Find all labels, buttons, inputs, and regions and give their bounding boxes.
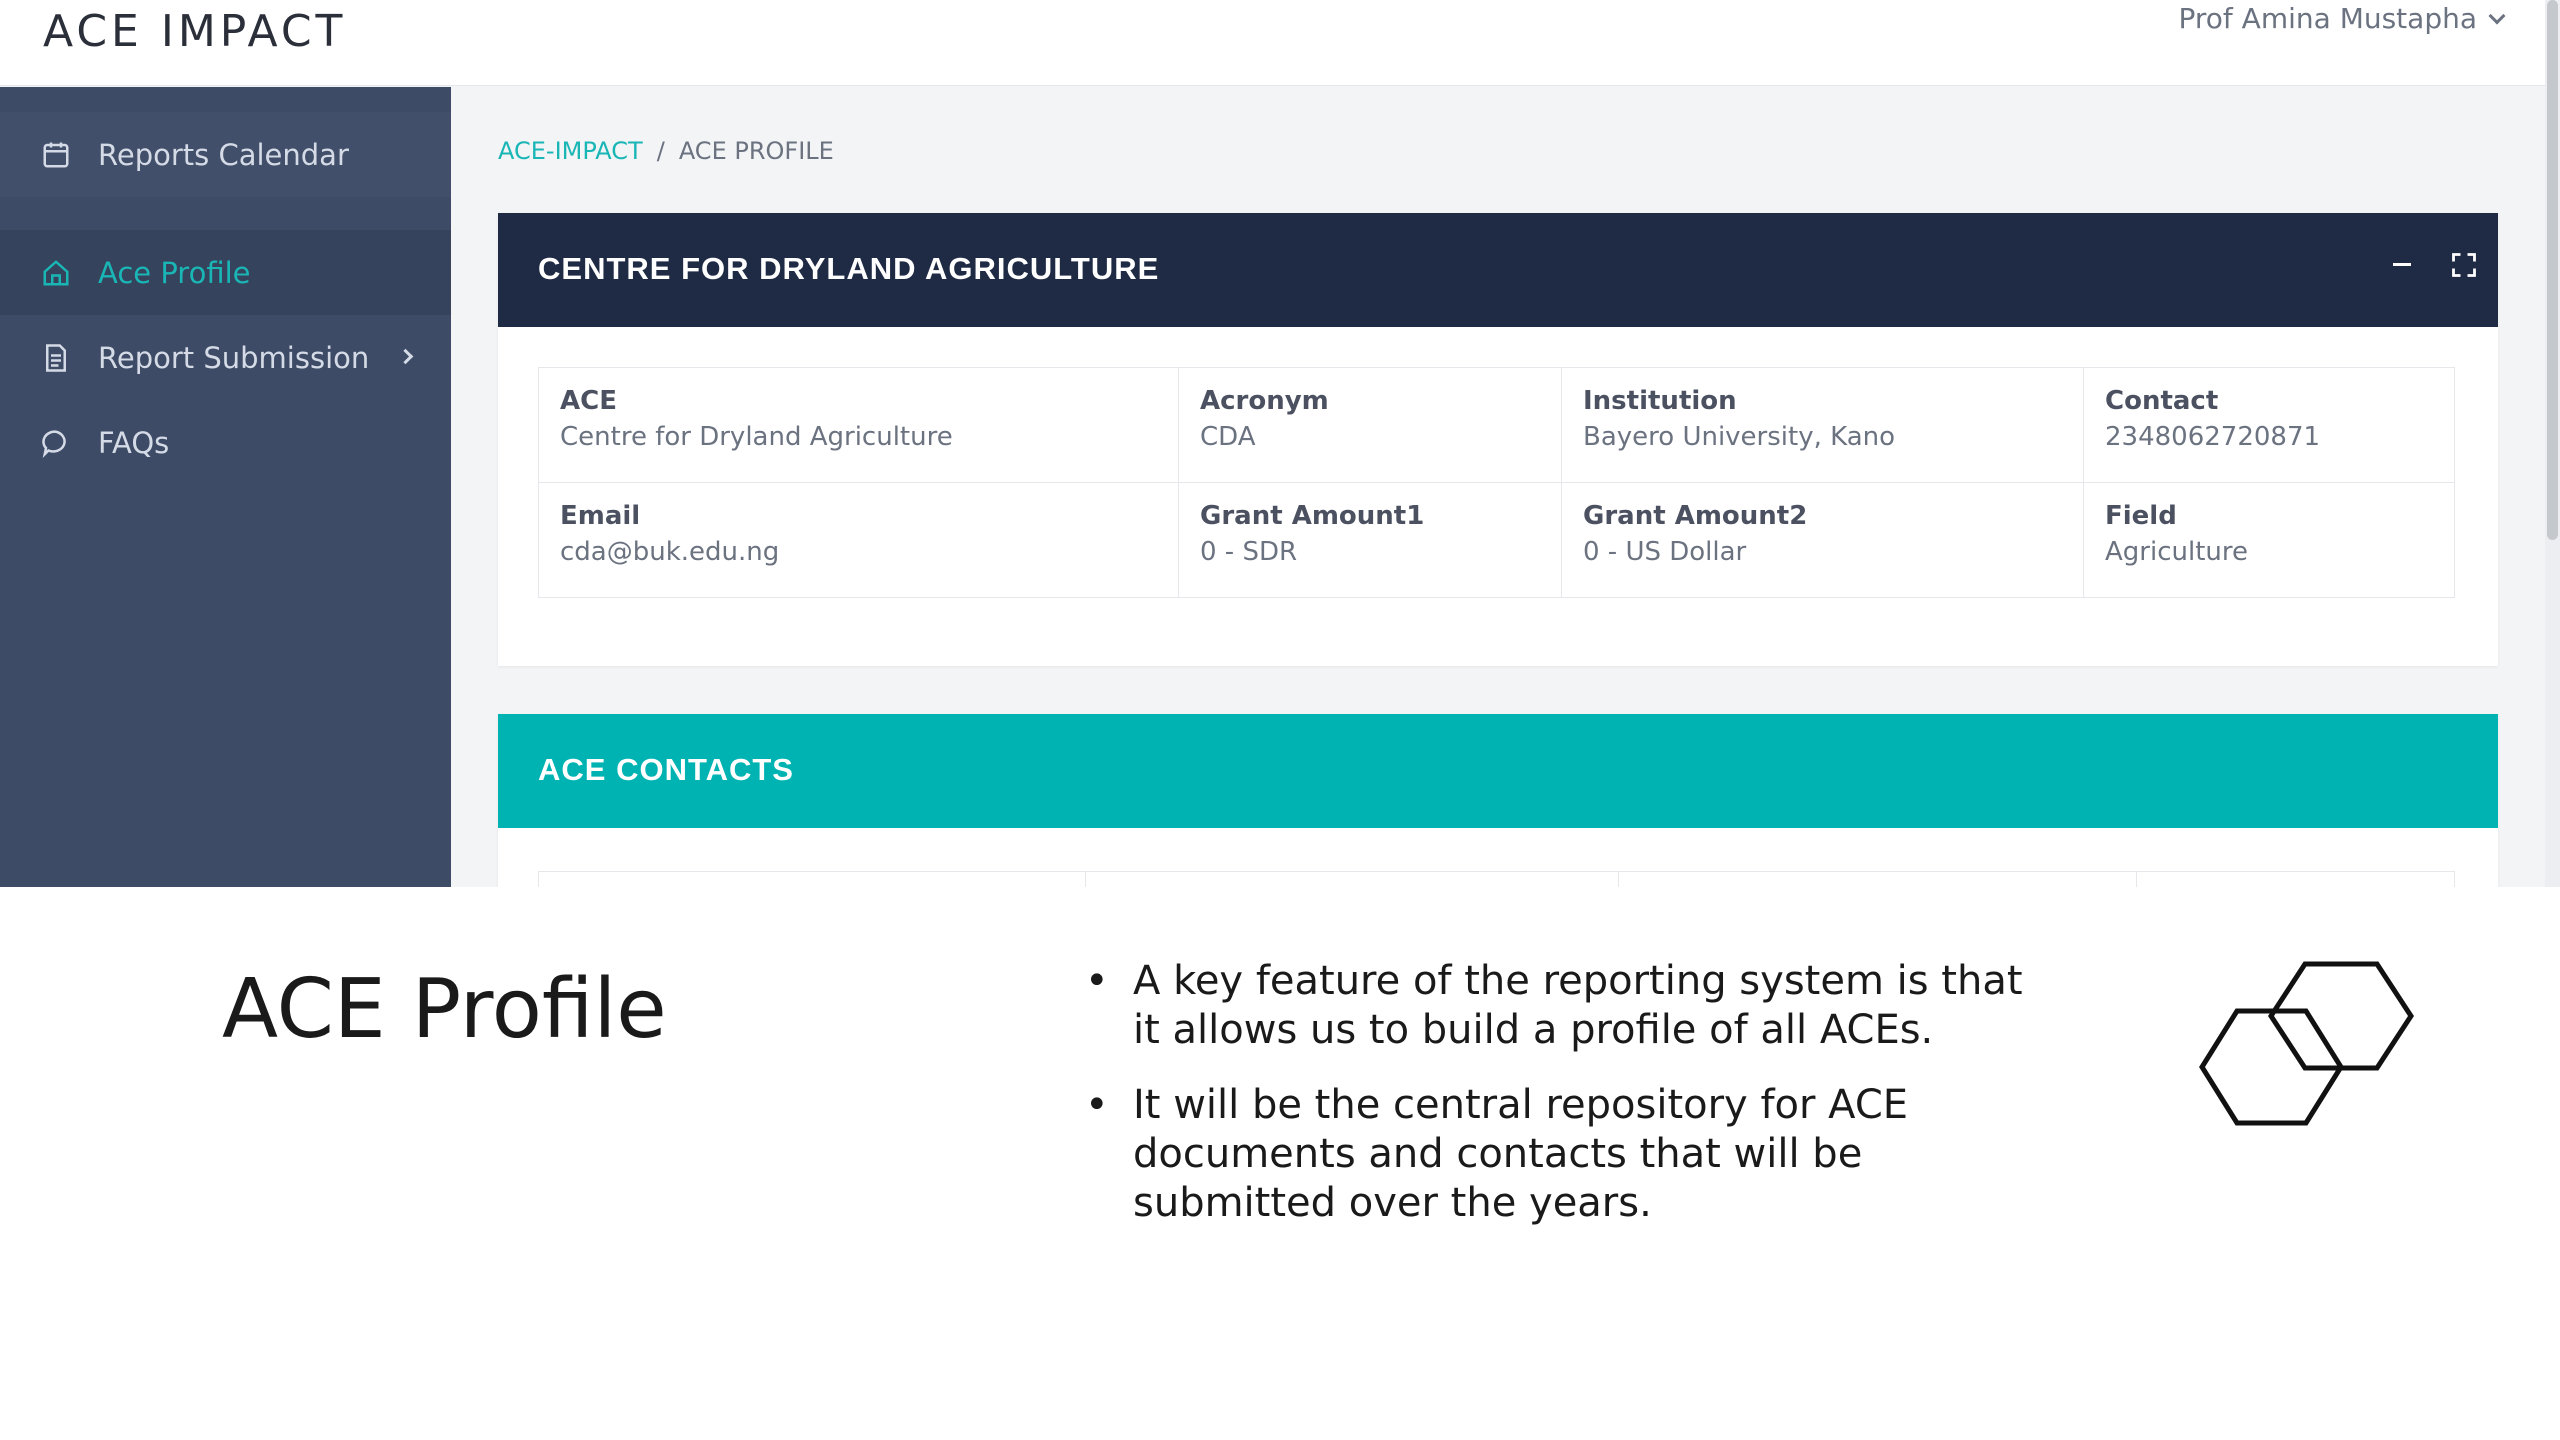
profile-info-table: ACE Centre for Dryland Agriculture Acron…	[538, 367, 2455, 598]
info-label: Email	[560, 501, 641, 531]
info-label: Field	[2105, 501, 2177, 531]
info-value: Bayero University, Kano	[1583, 422, 1896, 452]
fullscreen-icon[interactable]	[2450, 251, 2478, 279]
info-cell-field: Field Agriculture	[2083, 482, 2455, 598]
bullet-item: A key feature of the reporting system is…	[1085, 957, 2055, 1055]
main-content: ACE-IMPACT / ACE PROFILE CENTRE FOR DRYL…	[451, 87, 2545, 887]
table-divider	[1618, 872, 1619, 887]
breadcrumb-current: ACE PROFILE	[678, 137, 834, 165]
calendar-icon	[40, 139, 72, 171]
info-cell-grant-amount2: Grant Amount2 0 - US Dollar	[1561, 482, 2084, 598]
info-label: Grant Amount2	[1583, 501, 1808, 531]
sidebar-item-label: FAQs	[98, 425, 170, 460]
table-row: ACE Centre for Dryland Agriculture Acron…	[538, 367, 2455, 483]
breadcrumb-link-home[interactable]: ACE-IMPACT	[498, 137, 643, 165]
info-value: cda@buk.edu.ng	[560, 537, 780, 567]
chevron-right-icon	[397, 348, 414, 365]
scrollbar[interactable]	[2545, 0, 2560, 887]
chat-bubble-icon	[40, 427, 72, 459]
slide-title: ACE Profile	[222, 962, 667, 1057]
sidebar: Reports Calendar Ace Profile Report Subm…	[0, 87, 451, 887]
info-label: Grant Amount1	[1200, 501, 1425, 531]
info-value: 2348062720871	[2105, 422, 2321, 452]
bullet-item: It will be the central repository for AC…	[1085, 1081, 2055, 1228]
info-value: Centre for Dryland Agriculture	[560, 422, 953, 452]
info-value: Agriculture	[2105, 537, 2248, 567]
breadcrumb-separator: /	[656, 137, 665, 165]
sidebar-item-label: Ace Profile	[98, 255, 251, 290]
info-value: CDA	[1200, 422, 1256, 452]
info-label: ACE	[560, 386, 617, 416]
table-divider	[538, 872, 539, 887]
user-menu[interactable]: Prof Amina Mustapha	[2178, 2, 2506, 35]
sidebar-item-label: Reports Calendar	[98, 137, 349, 172]
info-value: 0 - SDR	[1200, 537, 1298, 567]
breadcrumb: ACE-IMPACT / ACE PROFILE	[498, 137, 834, 165]
info-label: Contact	[2105, 386, 2219, 416]
table-row: Email cda@buk.edu.ng Grant Amount1 0 - S…	[538, 482, 2455, 598]
user-name: Prof Amina Mustapha	[2178, 2, 2478, 35]
info-cell-institution: Institution Bayero University, Kano	[1561, 367, 2084, 483]
ace-profile-card: CENTRE FOR DRYLAND AGRICULTURE ACE Centr…	[498, 213, 2498, 666]
sidebar-item-faqs[interactable]: FAQs	[0, 400, 451, 485]
info-cell-acronym: Acronym CDA	[1178, 367, 1562, 483]
info-cell-ace: ACE Centre for Dryland Agriculture	[538, 367, 1179, 483]
card-header: ACE CONTACTS	[498, 714, 2498, 828]
bullet-list: A key feature of the reporting system is…	[1085, 957, 2055, 1254]
card-title: CENTRE FOR DRYLAND AGRICULTURE	[538, 251, 1160, 286]
info-cell-grant-amount1: Grant Amount1 0 - SDR	[1178, 482, 1562, 598]
info-cell-contact: Contact 2348062720871	[2083, 367, 2455, 483]
table-divider	[1085, 872, 1086, 887]
sidebar-item-ace-profile[interactable]: Ace Profile	[0, 230, 451, 315]
app-window: ACE IMPACT Prof Amina Mustapha Reports C…	[0, 0, 2560, 887]
info-value: 0 - US Dollar	[1583, 537, 1747, 567]
info-label: Acronym	[1200, 386, 1329, 416]
home-icon	[40, 257, 72, 289]
sidebar-item-report-submission[interactable]: Report Submission	[0, 315, 451, 400]
presentation-slide: ACE Profile A key feature of the reporti…	[0, 887, 2560, 1440]
info-cell-email: Email cda@buk.edu.ng	[538, 482, 1179, 598]
table-divider	[2136, 872, 2137, 887]
top-bar: ACE IMPACT Prof Amina Mustapha	[0, 0, 2545, 86]
contacts-table	[538, 871, 2455, 887]
sidebar-item-reports-calendar[interactable]: Reports Calendar	[0, 112, 451, 197]
chevron-down-icon	[2488, 7, 2506, 24]
hexagons-decoration	[2199, 961, 2414, 1126]
app-logo[interactable]: ACE IMPACT	[43, 6, 346, 57]
info-label: Institution	[1583, 386, 1737, 416]
sidebar-item-label: Report Submission	[98, 340, 370, 375]
card-header: CENTRE FOR DRYLAND AGRICULTURE	[498, 213, 2498, 327]
table-divider	[2454, 872, 2455, 887]
scrollbar-thumb[interactable]	[2547, 0, 2558, 540]
document-icon	[40, 342, 72, 374]
ace-contacts-card: ACE CONTACTS	[498, 714, 2498, 887]
card-title: ACE CONTACTS	[538, 752, 794, 787]
minimize-icon[interactable]	[2389, 251, 2417, 279]
